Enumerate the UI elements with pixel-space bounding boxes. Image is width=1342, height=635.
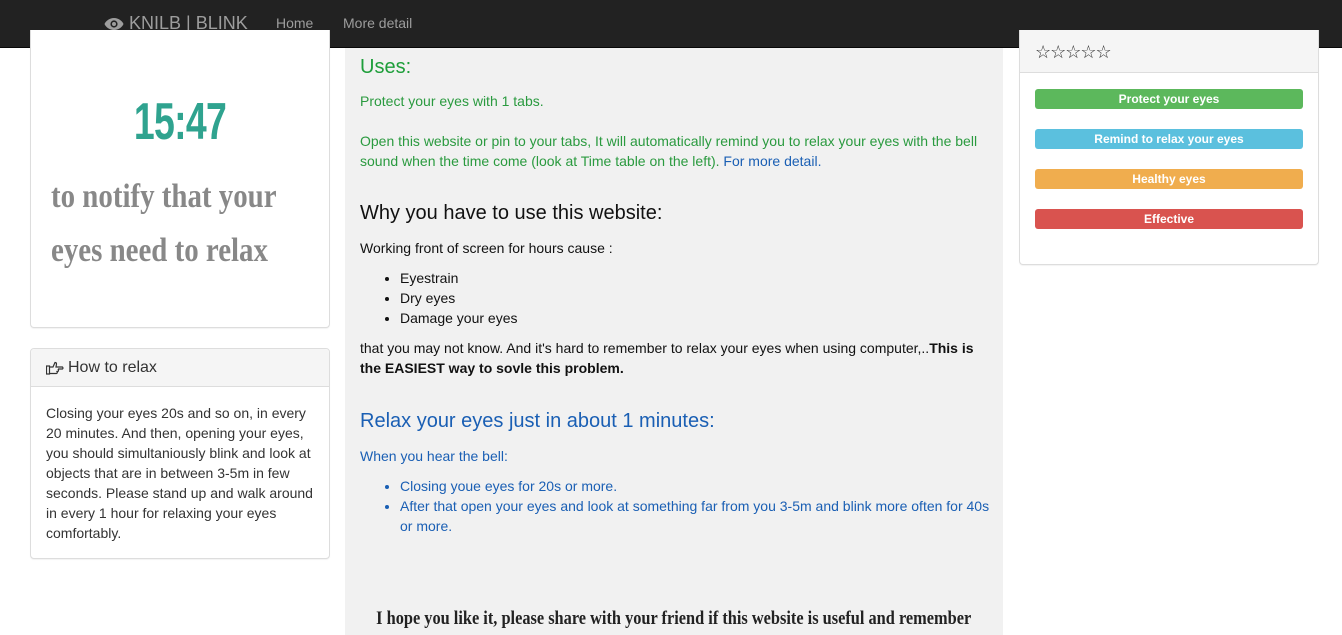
rating-panel: ☆☆☆☆☆ Protect your eyes Remind to relax … (1019, 30, 1319, 265)
rating-stars[interactable]: ☆☆☆☆☆ (1035, 42, 1112, 63)
clock-time: 15:47 (133, 93, 227, 151)
list-item: Damage your eyes (400, 308, 990, 328)
bar-remind-to-relax: Remind to relax your eyes (1035, 129, 1303, 149)
why-intro: Working front of screen for hours cause … (360, 240, 613, 256)
closing-text: I hope you like it, please share with yo… (376, 608, 972, 629)
list-item: Eyestrain (400, 268, 990, 288)
bar-protect-your-eyes: Protect your eyes (1035, 89, 1303, 109)
main-content: Uses: Protect your eyes with 1 tabs. Ope… (345, 48, 1003, 635)
relax-list: Closing youe eyes for 20s or more. After… (360, 476, 990, 536)
bar-effective: Effective (1035, 209, 1303, 229)
relax-title: Relax your eyes just in about 1 minutes: (360, 410, 715, 432)
how-to-relax-heading: How to relax (31, 349, 329, 387)
hand-point-right-icon (46, 361, 64, 375)
why-outro: that you may not know. And it's hard to … (360, 338, 990, 378)
more-detail-link[interactable]: For more detail. (723, 153, 821, 169)
list-item: After that open your eyes and look at so… (400, 496, 990, 536)
nav-more-detail-link[interactable]: More detail (343, 15, 412, 31)
bar-healthy-eyes: Healthy eyes (1035, 169, 1303, 189)
why-list: Eyestrain Dry eyes Damage your eyes (360, 268, 990, 328)
uses-line-2: Open this website or pin to your tabs, I… (360, 131, 990, 171)
uses-line-1: Protect your eyes with 1 tabs. (360, 93, 544, 109)
eye-icon (104, 17, 124, 30)
clock-message: to notify that your eyes need to relax (51, 178, 277, 269)
how-to-relax-title: How to relax (68, 358, 157, 376)
why-title: Why you have to use this website: (360, 202, 663, 224)
relax-intro: When you hear the bell: (360, 448, 508, 464)
nav-home-link[interactable]: Home (276, 15, 313, 31)
list-item: Dry eyes (400, 288, 990, 308)
uses-line-2-text: Open this website or pin to your tabs, I… (360, 133, 978, 169)
uses-title: Uses: (360, 56, 412, 78)
rating-heading: ☆☆☆☆☆ (1020, 30, 1318, 73)
closing-message: I hope you like it, please share with yo… (371, 608, 971, 630)
how-to-relax-body: Closing your eyes 20s and so on, in ever… (46, 405, 313, 541)
why-outro-text: that you may not know. And it's hard to … (360, 340, 930, 356)
how-to-relax-panel: How to relax Closing your eyes 20s and s… (30, 348, 330, 559)
clock-panel: 15:47 to notify that your eyes need to r… (30, 30, 330, 328)
list-item: Closing youe eyes for 20s or more. (400, 476, 990, 496)
